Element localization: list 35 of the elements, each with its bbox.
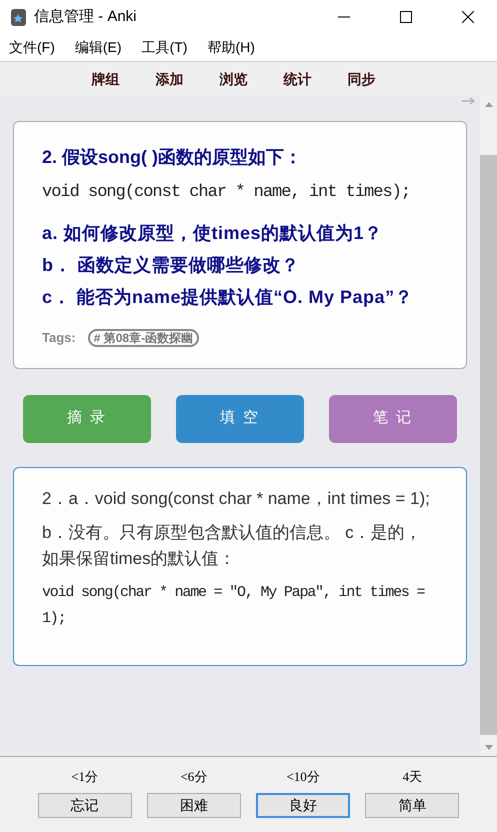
answer-text: b．没有。只有原型包含默认值的信息。 c．是的，如果保留times的默认值：: [42, 522, 423, 570]
tags-label: Tags:: [42, 329, 76, 347]
toolbar-link[interactable]: 统计: [284, 68, 312, 90]
menu-item[interactable]: 帮助(H): [207, 37, 255, 58]
toolbar-link[interactable]: 添加: [156, 68, 184, 90]
maximize-icon[interactable]: [400, 11, 412, 23]
interval-label: 4天: [402, 768, 422, 786]
answer-text: 2．a．void song(const char * name，int times = 1);: [42, 488, 431, 510]
toolbar-link[interactable]: 同步: [348, 68, 376, 90]
action-button[interactable]: 填 空: [176, 394, 304, 442]
tag-chip[interactable]: # 第08章-函数探幽: [88, 328, 200, 347]
toolbar-link[interactable]: 浏览: [220, 68, 248, 90]
answer-button[interactable]: 忘记: [38, 792, 132, 818]
arrow-icon: [462, 98, 476, 104]
app-icon: [11, 8, 26, 26]
question-text: b． 函数定义需要做哪些修改？: [42, 254, 300, 277]
question-heading: 2. 假设song( )函数的原型如下：: [42, 146, 303, 169]
answer-button[interactable]: 简单: [365, 792, 460, 818]
interval-label: <10分: [286, 768, 320, 786]
menu-item[interactable]: 文件(F): [9, 37, 55, 58]
code-line: void song(char * name = "O, My Papa", int times = 1);: [42, 582, 426, 628]
scroll-up-icon[interactable]: [484, 102, 492, 107]
menu-item[interactable]: 工具(T): [142, 37, 188, 58]
scroll-down-icon[interactable]: [484, 745, 492, 750]
question-text: a. 如何修改原型，使times的默认值为1？: [42, 222, 384, 245]
toolbar-link[interactable]: 牌组: [92, 68, 120, 90]
answer-button[interactable]: 困难: [146, 792, 241, 818]
answer-button[interactable]: 良好: [256, 792, 350, 818]
question-text: c． 能否为name提供默认值“O. My Papa”？: [42, 286, 414, 309]
code-line: void song(const char * name, int times);: [42, 182, 412, 204]
close-icon[interactable]: [462, 11, 474, 23]
menu-item[interactable]: 编辑(E): [74, 37, 122, 58]
interval-label: <6分: [180, 768, 208, 786]
window-title: 信息管理 - Anki: [34, 6, 137, 27]
interval-label: <1分: [71, 768, 98, 786]
